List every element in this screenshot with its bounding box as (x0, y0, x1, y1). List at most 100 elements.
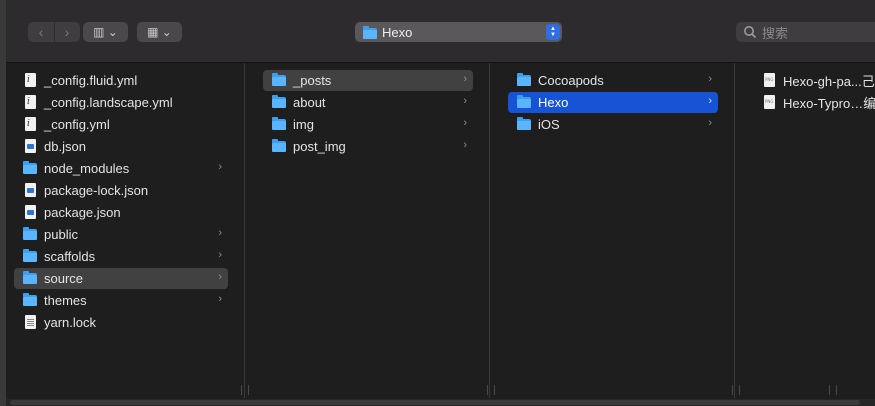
item-label: post_img (293, 139, 346, 154)
item-label: source (44, 271, 84, 286)
item-label: db.json (44, 139, 86, 154)
chevron-right-icon: › (463, 95, 467, 107)
list-item[interactable]: i _config.landscape.yml (14, 92, 228, 113)
list-item[interactable]: Hexo-Typro…编 (753, 92, 875, 113)
item-label: public (44, 227, 78, 242)
column-1: i _config.fluid.yml i _config.landscape.yml… (6, 63, 238, 398)
item-label: Hexo-Typro…编 (783, 96, 875, 111)
back-button[interactable]: ‹ (28, 22, 55, 42)
list-item[interactable]: scaffolds › (14, 246, 228, 267)
list-item[interactable]: _posts › (263, 70, 473, 91)
list-item[interactable]: i _config.yml (14, 114, 228, 135)
chevron-right-icon: › (64, 24, 70, 40)
folder-icon (272, 73, 286, 87)
item-label: node_modules (44, 161, 130, 176)
chevron-right-icon: › (463, 117, 467, 129)
chevron-left-icon: ‹ (38, 24, 44, 40)
folder-icon (23, 271, 37, 285)
list-item[interactable]: package-lock.json (14, 180, 228, 201)
folder-icon (23, 293, 37, 307)
search-icon (744, 26, 757, 39)
toolbar: ‹ › ▥ ⌄ ▦ ⌄ Hexo ▲ ▼ 搜索 (6, 0, 875, 63)
list-item[interactable]: i _config.fluid.yml (14, 70, 228, 91)
list-item[interactable]: themes › (14, 290, 228, 311)
chevron-right-icon: › (463, 139, 467, 151)
list-item[interactable]: Hexo › (508, 92, 718, 113)
column-2: _posts › about › img › post_img › (245, 63, 485, 398)
chevron-right-icon: › (218, 161, 222, 173)
lock-icon (23, 315, 37, 329)
view-mode-button[interactable]: ▥ ⌄ (83, 22, 128, 42)
list-item[interactable]: Cocoapods › (508, 70, 718, 91)
chevron-right-icon: › (218, 227, 222, 239)
item-label: scaffolds (44, 249, 96, 264)
grid-group-icon: ▦ ⌄ (147, 25, 172, 39)
folder-icon (517, 73, 531, 87)
list-item[interactable]: public › (14, 224, 228, 245)
png-icon (762, 73, 776, 87)
chevron-right-icon: › (218, 293, 222, 305)
doc-icon: i (23, 117, 37, 131)
column-resize-handle[interactable] (829, 385, 837, 395)
item-label: _posts (293, 73, 332, 88)
json-icon (23, 205, 37, 219)
horizontal-scrollbar[interactable] (6, 399, 875, 406)
item-label: Hexo (538, 95, 569, 110)
item-label: _config.yml (44, 117, 110, 132)
chevron-right-icon: › (708, 117, 712, 129)
chevron-right-icon: › (463, 73, 467, 85)
list-item[interactable]: post_img › (263, 136, 473, 157)
item-label: package.json (44, 205, 121, 220)
folder-icon (272, 139, 286, 153)
folder-icon (517, 117, 531, 131)
path-title: Hexo (382, 24, 413, 40)
item-label: iOS (538, 117, 560, 132)
list-item[interactable]: img › (263, 114, 473, 135)
search-field[interactable]: 搜索 (736, 22, 875, 42)
navigation-buttons: ‹ › (28, 22, 80, 42)
column-4: Hexo-gh-pa...己 Hexo-Typro…编 (735, 63, 875, 398)
columns-view-icon: ▥ ⌄ (93, 25, 118, 39)
popup-stepper-icon: ▲ ▼ (546, 24, 560, 40)
item-label: img (293, 117, 314, 132)
folder-icon (272, 117, 286, 131)
item-label: Cocoapods (538, 73, 604, 88)
column-browser: i _config.fluid.yml i _config.landscape.yml… (6, 63, 875, 406)
item-label: about (293, 95, 326, 110)
list-item[interactable]: iOS › (508, 114, 718, 135)
forward-button[interactable]: › (54, 22, 80, 42)
folder-icon (517, 95, 531, 109)
folder-icon (272, 95, 286, 109)
item-label: themes (44, 293, 87, 308)
png-icon (762, 95, 776, 109)
group-button[interactable]: ▦ ⌄ (137, 22, 182, 42)
chevron-right-icon: › (218, 271, 222, 283)
scrollbar-thumb[interactable] (10, 400, 860, 405)
json-icon (23, 139, 37, 153)
folder-icon (363, 25, 377, 39)
item-label: _config.landscape.yml (44, 95, 173, 110)
item-label: package-lock.json (44, 183, 149, 198)
item-label: _config.fluid.yml (44, 73, 138, 88)
list-item[interactable]: source › (14, 268, 228, 289)
list-item[interactable]: Hexo-gh-pa...己 (753, 70, 875, 91)
doc-icon: i (23, 95, 37, 109)
column-3: Cocoapods › Hexo › iOS › (490, 63, 730, 398)
list-item[interactable]: node_modules › (14, 158, 228, 179)
list-item[interactable]: package.json (14, 202, 228, 223)
folder-icon (23, 249, 37, 263)
list-item[interactable]: yarn.lock (14, 312, 228, 333)
search-placeholder: 搜索 (762, 25, 789, 41)
folder-icon (23, 227, 37, 241)
folder-icon (23, 161, 37, 175)
chevron-right-icon: › (218, 249, 222, 261)
item-label: yarn.lock (44, 315, 97, 330)
chevron-right-icon: › (708, 73, 712, 85)
list-item[interactable]: about › (263, 92, 473, 113)
chevron-right-icon: › (708, 95, 712, 107)
item-label: Hexo-gh-pa...己 (783, 74, 875, 89)
json-icon (23, 183, 37, 197)
list-item[interactable]: db.json (14, 136, 228, 157)
path-popup[interactable]: Hexo ▲ ▼ (355, 22, 562, 42)
doc-icon: i (23, 73, 37, 87)
